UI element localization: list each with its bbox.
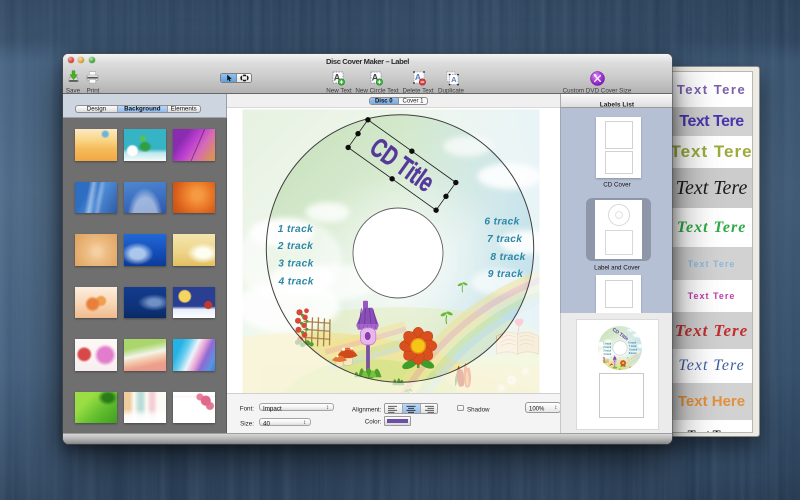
svg-text:7 track: 7 track [629, 345, 638, 348]
svg-text:1 track: 1 track [278, 224, 314, 235]
svg-text:9 track: 9 track [488, 269, 524, 280]
svg-text:6 track: 6 track [484, 217, 520, 228]
svg-text:4 track: 4 track [278, 277, 315, 288]
svg-text:3 track: 3 track [278, 259, 314, 270]
svg-text:4 track: 4 track [603, 353, 612, 356]
svg-text:A: A [451, 75, 457, 84]
svg-text:6 track: 6 track [628, 341, 637, 344]
svg-text:2 track: 2 track [603, 346, 612, 349]
svg-text:1 track: 1 track [603, 342, 612, 345]
svg-text:2 track: 2 track [277, 241, 314, 252]
svg-text:3 track: 3 track [603, 350, 612, 353]
svg-text:7 track: 7 track [487, 234, 523, 245]
svg-text:8 track: 8 track [490, 252, 526, 263]
svg-text:8 track: 8 track [629, 349, 638, 352]
svg-text:9 track: 9 track [629, 352, 638, 355]
